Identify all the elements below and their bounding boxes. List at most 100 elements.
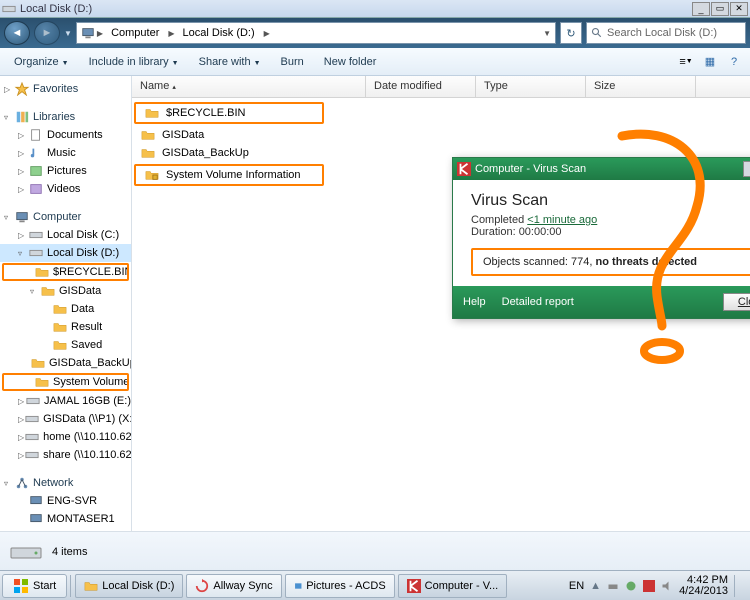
drive-icon — [28, 246, 44, 260]
drive-jamal[interactable]: ▷JAMAL 16GB (E:) — [0, 392, 131, 410]
library-music[interactable]: ▷Music — [0, 144, 131, 162]
drive-icon — [10, 540, 42, 564]
file-item-gisdata[interactable]: GISData — [132, 126, 750, 144]
preview-pane-button[interactable]: ▦ — [700, 52, 720, 72]
star-icon — [14, 82, 30, 96]
dialog-heading: Virus Scan — [471, 192, 750, 210]
library-pictures[interactable]: ▷Pictures — [0, 162, 131, 180]
history-dropdown[interactable]: ▼ — [64, 29, 72, 38]
tray-icon[interactable]: ▲ — [590, 580, 601, 592]
share-with-button[interactable]: Share with▼ — [191, 52, 269, 72]
folder-saved[interactable]: Saved — [0, 336, 131, 354]
tray-icon[interactable] — [625, 580, 637, 592]
sync-icon — [195, 579, 209, 593]
folder-result[interactable]: Result — [0, 318, 131, 336]
drive-icon — [28, 228, 44, 242]
drive-d[interactable]: ▿Local Disk (D:) — [0, 244, 131, 262]
folder-gisdata[interactable]: ▿GISData — [0, 282, 131, 300]
forward-button[interactable]: ► — [34, 21, 60, 45]
close-button[interactable]: ✕ — [730, 2, 748, 16]
tray-icon[interactable] — [643, 580, 655, 592]
show-desktop-button[interactable] — [734, 575, 742, 597]
back-button[interactable]: ◄ — [4, 21, 30, 45]
folder-gisdata-backup[interactable]: GISData_BackUp — [0, 354, 131, 372]
network-drive-icon — [24, 412, 40, 426]
dialog-minimize-button[interactable]: _ — [743, 161, 750, 177]
library-documents[interactable]: ▷Documents — [0, 126, 131, 144]
column-header-type[interactable]: Type — [476, 76, 586, 97]
taskbar-item-explorer[interactable]: Local Disk (D:) — [75, 574, 183, 598]
favorites-header[interactable]: ▷Favorites — [0, 80, 131, 98]
folder-data[interactable]: Data — [0, 300, 131, 318]
column-header-name[interactable]: Name ▴ — [132, 76, 366, 97]
network-pc-montaser1[interactable]: MONTASER1 — [0, 510, 131, 528]
tray-icon[interactable] — [607, 580, 619, 592]
start-button[interactable]: Start — [2, 574, 67, 598]
search-box[interactable]: Search Local Disk (D:) — [586, 22, 746, 44]
search-icon — [591, 27, 603, 39]
folder-system-volume-information[interactable]: System Volume Inform — [2, 373, 129, 391]
breadcrumb-computer[interactable]: Computer — [105, 27, 166, 39]
taskbar: Start Local Disk (D:) Allway Sync Pictur… — [0, 570, 750, 600]
folder-icon — [52, 338, 68, 352]
file-item-recycle-bin[interactable]: $RECYCLE.BIN — [136, 104, 322, 122]
clock[interactable]: 4:42 PM4/24/2013 — [679, 575, 728, 597]
dialog-duration: Duration: 00:00:00 — [471, 226, 750, 238]
virus-scan-dialog: Computer - Virus Scan _ ✕ Virus Scan Com… — [452, 157, 750, 319]
folder-icon — [140, 146, 156, 160]
maximize-button[interactable]: ▭ — [711, 2, 729, 16]
window-title: Local Disk (D:) — [20, 3, 692, 15]
windows-logo-icon — [13, 578, 29, 594]
minimize-button[interactable]: _ — [692, 2, 710, 16]
breadcrumb-dropdown[interactable]: ▼ — [543, 29, 551, 38]
breadcrumb-drive-d[interactable]: Local Disk (D:) — [177, 27, 262, 39]
breadcrumb[interactable]: ▶ Computer ▶ Local Disk (D:) ▶ ▼ — [76, 22, 556, 44]
computer-icon — [28, 530, 44, 531]
language-indicator[interactable]: EN — [569, 580, 584, 592]
dialog-titlebar[interactable]: Computer - Virus Scan _ ✕ — [453, 158, 750, 180]
computer-icon — [28, 494, 44, 508]
burn-button[interactable]: Burn — [273, 52, 312, 72]
organize-button[interactable]: Organize▼ — [6, 52, 77, 72]
kaspersky-icon — [407, 579, 421, 593]
dialog-title: Computer - Virus Scan — [471, 163, 743, 175]
folder-icon — [34, 265, 50, 279]
network-pc-p1[interactable]: ▿P1 — [0, 528, 131, 531]
taskbar-item-virus-scan[interactable]: Computer - V... — [398, 574, 508, 598]
network-pc-eng-svr[interactable]: ENG-SVR — [0, 492, 131, 510]
refresh-button[interactable]: ↻ — [560, 22, 582, 44]
music-icon — [28, 146, 44, 160]
network-drive-icon — [24, 430, 40, 444]
computer-header[interactable]: ▿Computer — [0, 208, 131, 226]
folder-recycle-bin[interactable]: $RECYCLE.BIN — [2, 263, 129, 281]
dialog-detailed-report-link[interactable]: Detailed report — [502, 296, 574, 308]
taskbar-item-allway-sync[interactable]: Allway Sync — [186, 574, 281, 598]
column-header-date-modified[interactable]: Date modified — [366, 76, 476, 97]
system-tray: EN ▲ 4:42 PM4/24/2013 — [563, 575, 748, 597]
folder-icon — [52, 320, 68, 334]
file-list-area: Name ▴ Date modified Type Size $RECYCLE.… — [132, 76, 750, 531]
libraries-header[interactable]: ▿Libraries — [0, 108, 131, 126]
column-headers: Name ▴ Date modified Type Size — [132, 76, 750, 98]
network-drive-gisdata[interactable]: ▷GISData (\\P1) (X:) — [0, 410, 131, 428]
library-videos[interactable]: ▷Videos — [0, 180, 131, 198]
column-header-size[interactable]: Size — [586, 76, 696, 97]
drive-c[interactable]: ▷Local Disk (C:) — [0, 226, 131, 244]
dialog-help-link[interactable]: Help — [463, 296, 486, 308]
dialog-completed-time-link[interactable]: <1 minute ago — [527, 214, 597, 226]
volume-icon[interactable] — [661, 580, 673, 592]
dialog-close-footer-button[interactable]: Close — [723, 293, 750, 311]
help-button[interactable]: ? — [724, 52, 744, 72]
file-item-system-volume-information[interactable]: System Volume Information — [136, 166, 322, 184]
window-titlebar: Local Disk (D:) _ ▭ ✕ — [0, 0, 750, 18]
drive-icon — [2, 2, 16, 16]
new-folder-button[interactable]: New folder — [316, 52, 385, 72]
taskbar-item-pictures[interactable]: Pictures - ACDS — [285, 574, 395, 598]
view-options-button[interactable]: ≡▼ — [676, 52, 696, 72]
status-item-count: 4 items — [52, 546, 87, 558]
include-in-library-button[interactable]: Include in library▼ — [81, 52, 187, 72]
network-drive-home[interactable]: ▷home (\\10.110.62.3) (Y:) — [0, 428, 131, 446]
network-drive-share[interactable]: ▷share (\\10.110.62.3) (Z:) — [0, 446, 131, 464]
folder-icon — [52, 302, 68, 316]
network-header[interactable]: ▿Network — [0, 474, 131, 492]
